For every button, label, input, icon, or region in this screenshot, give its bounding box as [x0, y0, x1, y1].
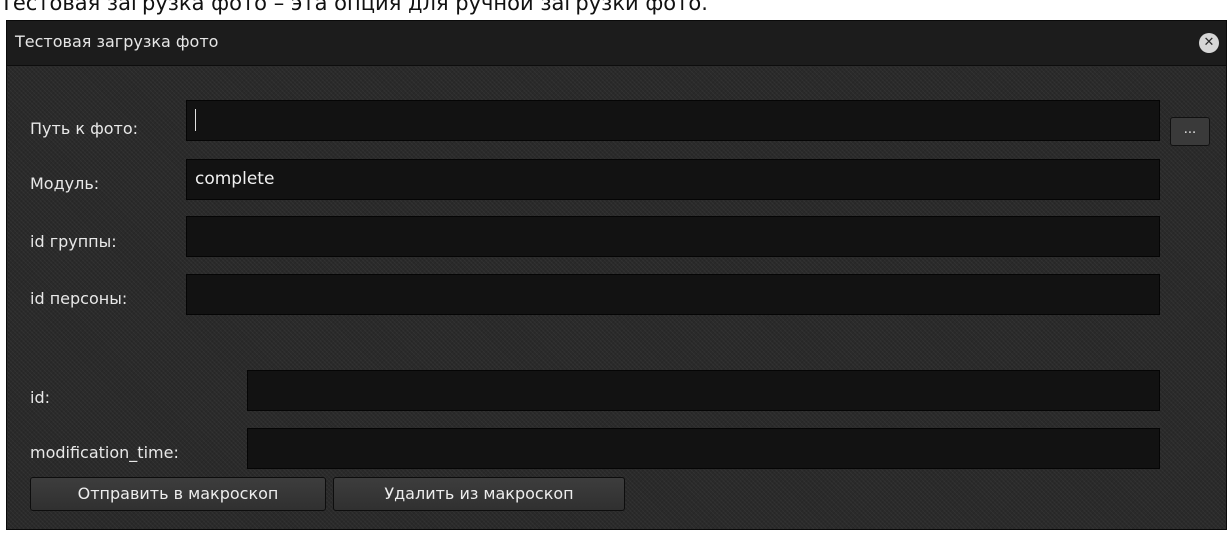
module-input[interactable]: complete: [186, 159, 1160, 200]
dialog-titlebar: Тестовая загрузка фото ✕: [7, 21, 1226, 66]
browse-button[interactable]: ...: [1170, 117, 1210, 146]
group-id-input[interactable]: [186, 216, 1160, 257]
person-id-label: id персоны:: [30, 289, 128, 308]
module-label: Модуль:: [30, 174, 100, 193]
group-id-label: id группы:: [30, 232, 117, 251]
photo-path-input[interactable]: [186, 100, 1160, 141]
modification-time-label: modification_time:: [30, 443, 179, 462]
id-label: id:: [30, 388, 50, 407]
page-caption: Тестовая загрузка фото – эта опция для р…: [0, 0, 708, 15]
id-input[interactable]: [247, 370, 1160, 411]
delete-from-macroscope-button[interactable]: Удалить из макроскоп: [333, 477, 625, 511]
close-icon[interactable]: ✕: [1199, 33, 1219, 53]
person-id-input[interactable]: [186, 274, 1160, 315]
photo-path-label: Путь к фото:: [30, 119, 139, 138]
test-upload-dialog: Тестовая загрузка фото ✕ Путь к фото: ..…: [6, 20, 1227, 530]
text-caret: [195, 109, 196, 131]
send-to-macroscope-button[interactable]: Отправить в макроскоп: [30, 477, 326, 511]
dialog-title: Тестовая загрузка фото: [15, 32, 219, 51]
modification-time-input[interactable]: [247, 428, 1160, 469]
